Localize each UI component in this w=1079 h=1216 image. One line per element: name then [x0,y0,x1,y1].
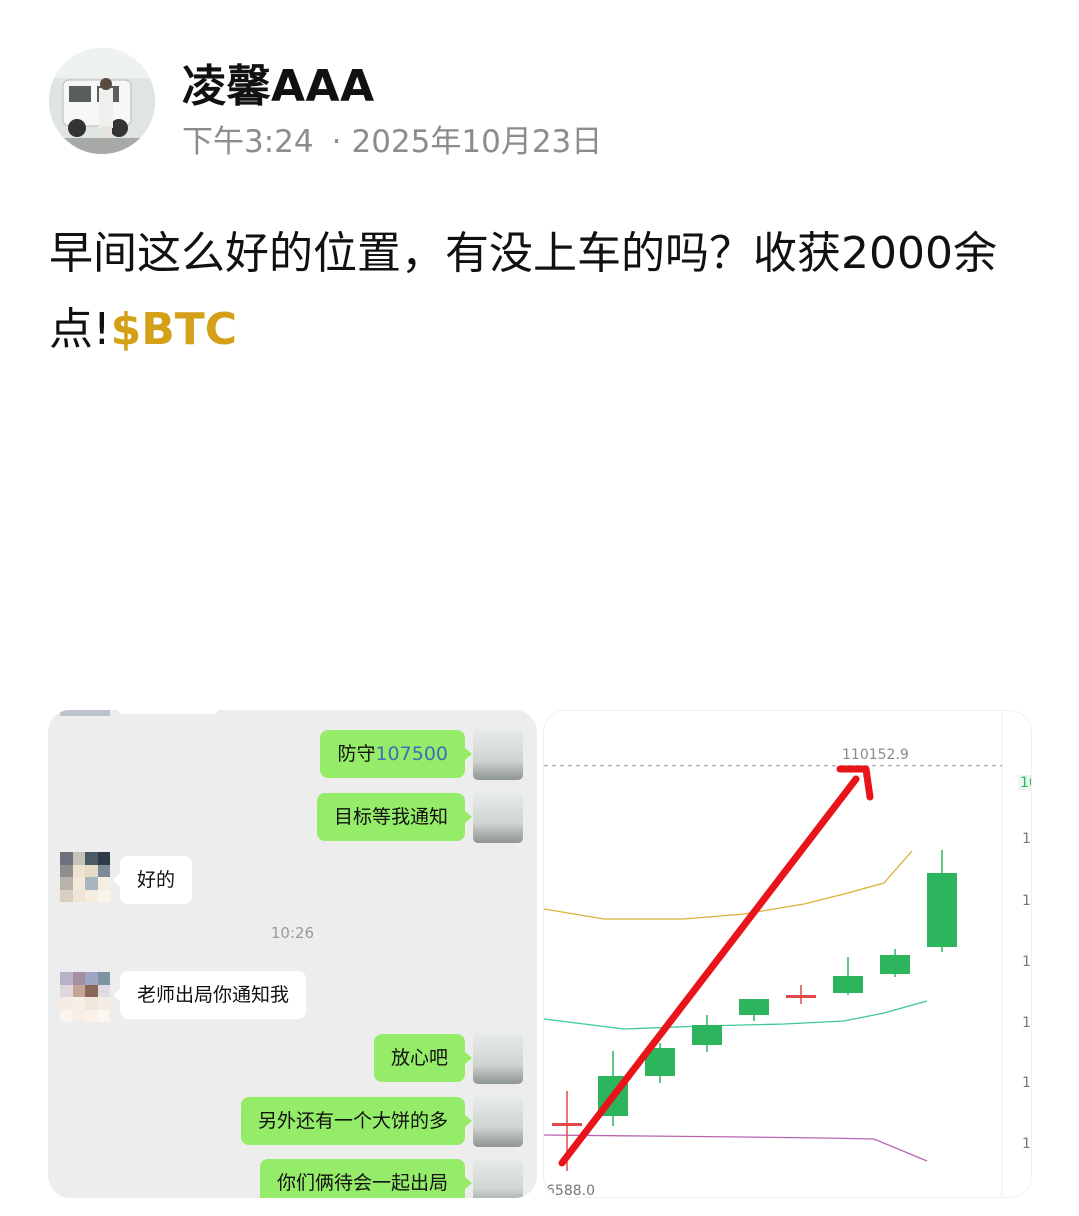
chat-message-3: 好的 [112,856,193,904]
sender-avatar [473,730,523,780]
chat-message-6: 另外还有一个大饼的多 [240,1097,473,1145]
meta-separator: · [331,124,342,160]
peak-price-label: 110152.9 [842,747,909,763]
candle-body [692,1025,722,1045]
receiver-avatar-pixelated-2 [60,972,110,1022]
red-arrow-shaft [558,775,860,1167]
candle-body [786,995,816,998]
post-body: 早间这么好的位置，有没上车的吗？收获2000余点!$BTC [49,216,1009,368]
chat-message-5: 放心吧 [373,1034,473,1082]
post-time: 下午3:24 [182,124,314,160]
chat-message-1: 防守107500 [320,730,472,778]
btc-tag-link[interactable]: $BTC [111,304,237,355]
axis-tick-label: 1( [1022,1136,1031,1152]
receiver-avatar-pixelated [60,852,110,902]
upper-band-line [544,850,913,920]
chat-message-4: 老师出局你通知我 [112,971,307,1019]
axis-tick-label: 1( [1022,831,1031,847]
sender-avatar [473,793,523,843]
sender-avatar [473,1034,523,1084]
axis-tick-label: 1( [1022,1015,1031,1031]
axis-tick-label: 1( [1022,1075,1031,1091]
chat-screenshot-image[interactable]: 防守107500 目标等我通知 好的 10:26 老师出局你通知我 放心吧 另外… [48,710,537,1198]
cut-bubble [118,710,218,714]
chat-timestamp: 10:26 [270,924,315,942]
chart-screenshot-image[interactable]: 110152.9 6588.0 10 1( 1( 1( 1( 1( 1( [543,710,1032,1198]
post-date: 2025年10月23日 [351,124,603,160]
bottom-price-label: 6588.0 [546,1183,595,1198]
candlestick-chart [544,711,1003,1197]
post-meta: 下午3:24 · 2025年10月23日 [182,116,602,161]
cut-avatar [60,710,110,716]
message-text: 防守 [337,743,376,765]
lower-band-line [544,1134,928,1162]
candle-body [927,873,957,947]
chat-message-2: 目标等我通知 [316,793,473,841]
candle-body [739,999,769,1015]
axis-tick-label: 10 [1018,775,1031,791]
message-number: 107500 [375,743,448,765]
avatar-photo [49,48,155,154]
candle-body [833,976,863,993]
axis-tick-label: 1( [1022,954,1031,970]
author-name[interactable]: 凌馨AAA [182,50,375,114]
chat-message-7: 你们俩待会一起出局 [259,1159,473,1198]
candle-body [880,955,910,974]
sender-avatar [473,1159,523,1198]
axis-tick-label: 1( [1022,893,1031,909]
middle-band-line [544,1000,928,1030]
sender-avatar [473,1097,523,1147]
candle-body [552,1123,582,1126]
author-avatar[interactable] [49,48,155,154]
